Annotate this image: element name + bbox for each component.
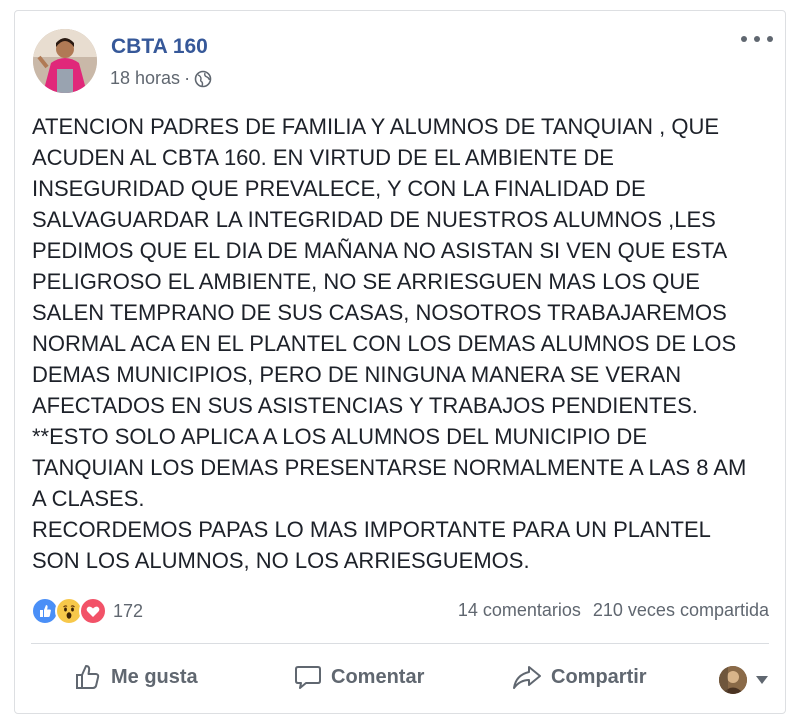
post-text-line: ACUDEN AL CBTA 160. EN VIRTUD DE EL AMBI…: [32, 145, 614, 170]
dot-icon: [741, 36, 747, 42]
post-text-line: PEDIMOS QUE EL DIA DE MAÑANA NO ASISTAN …: [32, 238, 728, 263]
comment-button-label: Comentar: [331, 665, 425, 688]
globe-icon: [194, 70, 212, 88]
post-stats: 14 comentarios 210 veces compartida: [458, 600, 769, 621]
reaction-count[interactable]: 172: [113, 601, 143, 622]
love-reaction-icon: [79, 597, 107, 625]
post-text-line: SALVAGUARDAR LA INTEGRIDAD DE NUESTROS A…: [32, 207, 716, 232]
comments-count[interactable]: 14 comentarios: [458, 600, 581, 621]
post-text-line: TANQUIAN LOS DEMAS PRESENTARSE NORMALMEN…: [32, 455, 747, 480]
dot-icon: [767, 36, 773, 42]
post-text-line: PELIGROSO EL AMBIENTE, NO SE ARRIESGUEN …: [32, 269, 700, 294]
author-name[interactable]: CBTA 160: [111, 35, 208, 59]
post-text-line: A CLASES.: [32, 486, 145, 511]
post-card: CBTA 160 18 horas · ATENCION PADRES DE F…: [14, 10, 786, 714]
post-text-line: DEMAS MUNICIPIOS, PERO DE NINGUNA MANERA…: [32, 362, 682, 387]
like-button-label: Me gusta: [111, 665, 198, 688]
share-button[interactable]: Compartir: [511, 662, 647, 692]
post-text-line: INSEGURIDAD QUE PREVALECE, Y CON LA FINA…: [32, 176, 646, 201]
post-as-selector[interactable]: [719, 666, 769, 694]
author-avatar[interactable]: [33, 29, 97, 93]
post-text-line: RECORDEMOS PAPAS LO MAS IMPORTANTE PARA …: [32, 517, 711, 542]
more-options-button[interactable]: [741, 27, 773, 51]
dot-icon: [754, 36, 760, 42]
post-text-line: ATENCION PADRES DE FAMILIA Y ALUMNOS DE …: [32, 114, 720, 139]
thumbs-up-icon: [73, 662, 103, 692]
caret-down-icon: [755, 675, 769, 685]
post-text: ATENCION PADRES DE FAMILIA Y ALUMNOS DE …: [32, 111, 777, 576]
post-text-line: NORMAL ACA EN EL PLANTEL CON LOS DEMAS A…: [32, 331, 737, 356]
comment-button[interactable]: Comentar: [293, 662, 424, 692]
shares-count[interactable]: 210 veces compartida: [593, 600, 769, 621]
post-time[interactable]: 18 horas: [110, 68, 180, 89]
share-arrow-icon: [511, 662, 543, 692]
actions-divider: [31, 643, 769, 644]
like-button[interactable]: Me gusta: [73, 662, 198, 692]
post-meta: 18 horas ·: [110, 68, 212, 89]
speech-bubble-icon: [293, 662, 323, 692]
meta-separator: ·: [184, 68, 191, 88]
share-button-label: Compartir: [551, 665, 647, 688]
post-text-line: **ESTO SOLO APLICA A LOS ALUMNOS DEL MUN…: [32, 424, 647, 449]
post-text-line: AFECTADOS EN SUS ASISTENCIAS Y TRABAJOS …: [32, 393, 698, 418]
reactions-summary[interactable]: 172: [31, 597, 143, 625]
user-avatar: [719, 666, 747, 694]
post-text-line: SON LOS ALUMNOS, NO LOS ARRIESGUEMOS.: [32, 548, 530, 573]
post-text-line: SALEN TEMPRANO DE SUS CASAS, NOSOTROS TR…: [32, 300, 727, 325]
